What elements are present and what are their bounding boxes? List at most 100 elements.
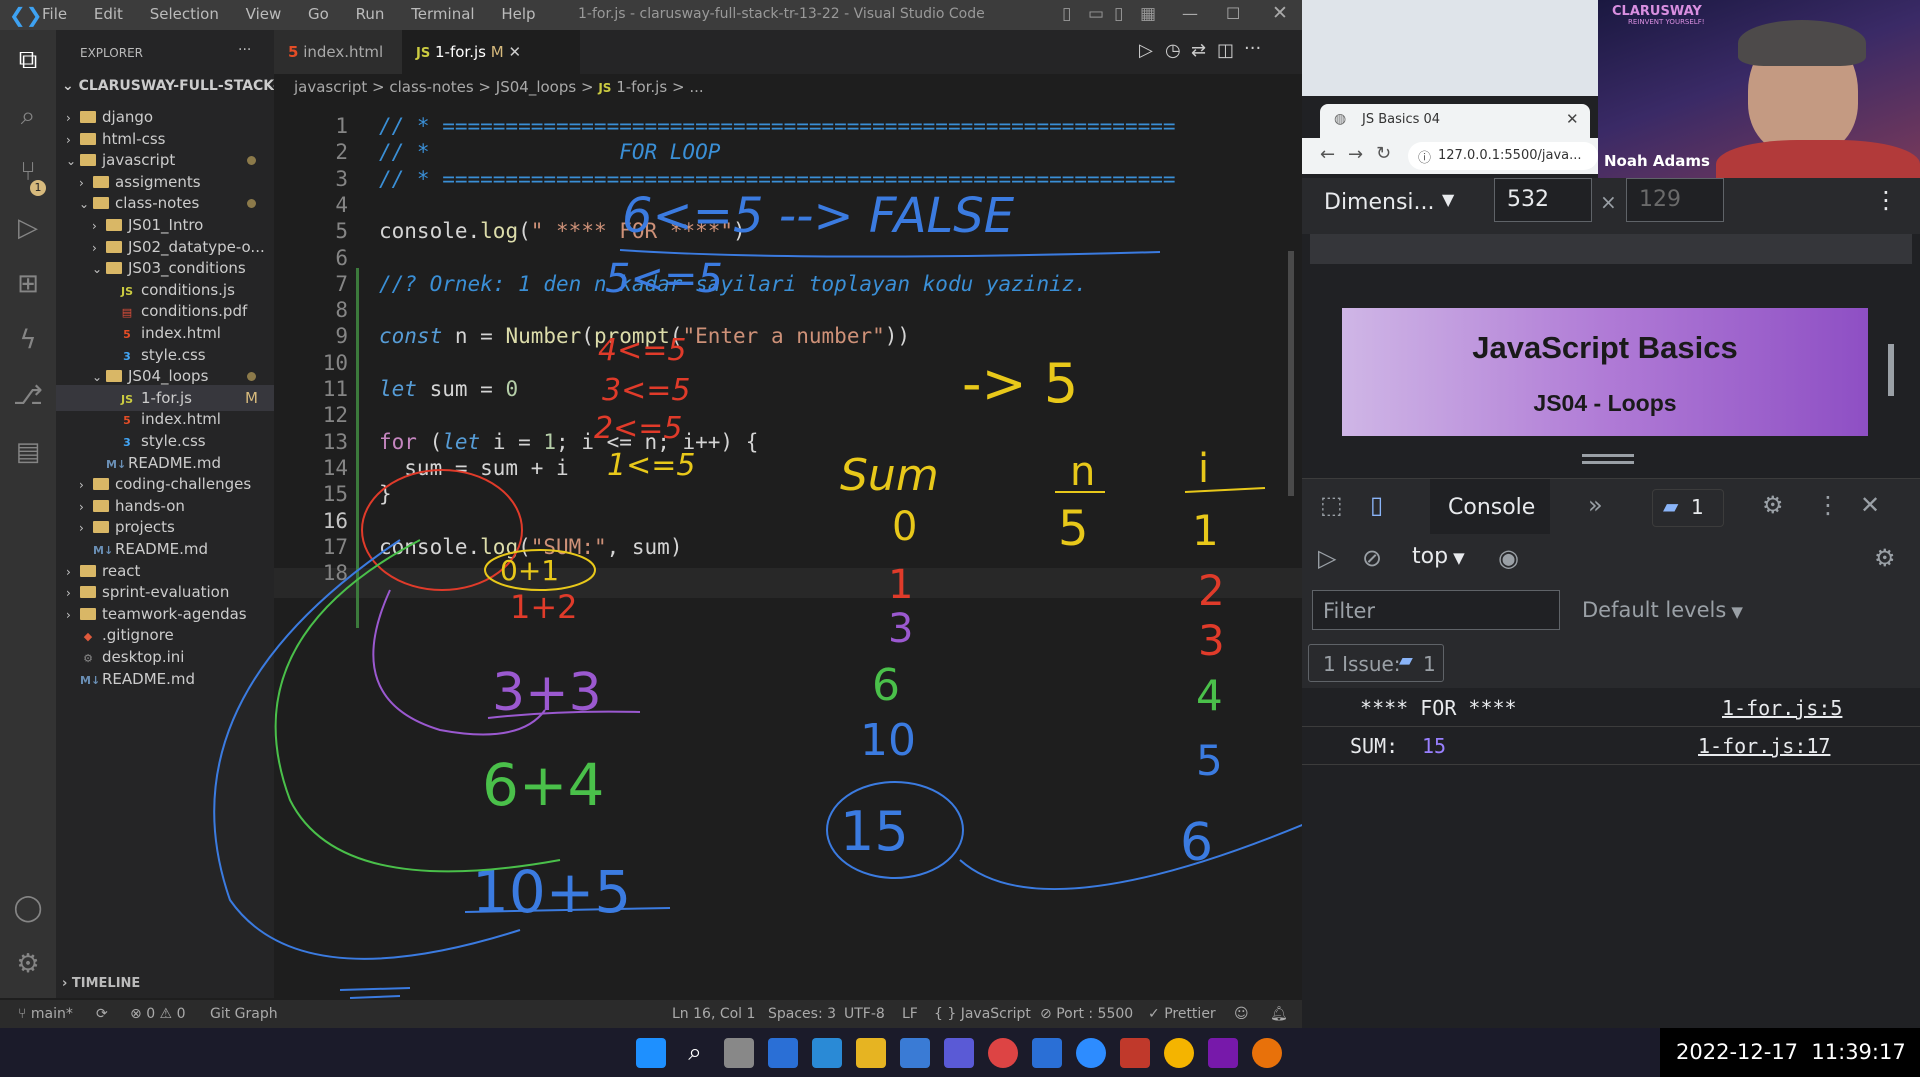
devtools-tabbar: ⬚ ▯ Console » ▰ 1 ⚙ ⋮ ✕ bbox=[1302, 478, 1920, 535]
windows-start-icon[interactable] bbox=[636, 1038, 666, 1068]
source-link[interactable]: 1-for.js:5 bbox=[1722, 696, 1842, 720]
prettier-status[interactable]: ✓ Prettier bbox=[1148, 1000, 1216, 1028]
browser-tab[interactable]: ◍ JS Basics 04 ✕ bbox=[1320, 104, 1590, 138]
back-icon[interactable]: ← bbox=[1320, 144, 1335, 165]
sum-value: 0 bbox=[892, 504, 917, 550]
issues-row: 1 Issue: ▰ 1 bbox=[1302, 638, 1920, 688]
live-server-port[interactable]: ⊘ Port : 5500 bbox=[1040, 1000, 1133, 1028]
clarusway-slogan: REINVENT YOURSELF! bbox=[1628, 18, 1705, 26]
file-explorer-icon[interactable] bbox=[856, 1038, 886, 1068]
console-toolbar: ▷ ⊘ top ▼ ◉ ⚙ bbox=[1302, 534, 1920, 584]
filter-input[interactable]: Filter bbox=[1312, 590, 1560, 630]
vscode-taskbar-icon[interactable] bbox=[812, 1038, 842, 1068]
width-input[interactable]: 532 bbox=[1494, 178, 1592, 222]
console-settings-icon[interactable]: ⚙ bbox=[1874, 544, 1896, 572]
mail-icon[interactable] bbox=[900, 1038, 930, 1068]
height-input[interactable]: 129 bbox=[1626, 178, 1724, 222]
annotation-overlay: 6<=5 --> FALSE 5<=5 4<=5 3<=5 2<=5 1<=5 … bbox=[213, 188, 1302, 1007]
browser-tabstrip bbox=[1302, 0, 1600, 96]
console-log-row: SUM: 15 1-for.js:17 bbox=[1302, 726, 1920, 765]
note-arrow-5: -> 5 bbox=[962, 352, 1078, 415]
whiteboard-icon[interactable] bbox=[1032, 1038, 1062, 1068]
onenote-icon[interactable] bbox=[1208, 1038, 1238, 1068]
close-tab-icon[interactable]: ✕ bbox=[1566, 110, 1579, 128]
console-output: **** FOR **** 1-for.js:5 SUM: 15 1-for.j… bbox=[1302, 688, 1920, 1028]
n-value: 5 bbox=[1058, 501, 1089, 557]
reload-icon[interactable]: ↻ bbox=[1376, 143, 1391, 164]
notifications-icon[interactable]: 🔔︎ bbox=[1270, 1000, 1288, 1028]
source-link[interactable]: 1-for.js:17 bbox=[1698, 734, 1830, 758]
log-levels-dropdown[interactable]: Default levels ▼ bbox=[1582, 598, 1743, 622]
encoding[interactable]: UTF-8 bbox=[844, 1000, 885, 1028]
i-value: 1 bbox=[1192, 506, 1219, 555]
git-graph-status[interactable]: Git Graph bbox=[210, 1000, 278, 1028]
device-dropdown[interactable]: Dimensi... bbox=[1324, 190, 1435, 215]
note-condition-false: 6<=5 --> FALSE bbox=[622, 188, 1015, 244]
note-2-le-5: 2<=5 bbox=[594, 411, 682, 446]
resize-handle[interactable] bbox=[1582, 461, 1634, 464]
issues-counter[interactable]: ▰ 1 bbox=[1652, 489, 1724, 527]
dropdown-arrow-icon: ▼ bbox=[1442, 190, 1455, 209]
i-value: 5 bbox=[1196, 736, 1223, 785]
branch-status[interactable]: ⑂ main* bbox=[18, 1000, 73, 1028]
language-mode[interactable]: { } JavaScript bbox=[934, 1000, 1031, 1028]
address-bar[interactable]: ⓘ 127.0.0.1:5500/java... bbox=[1408, 142, 1598, 170]
live-expression-eye-icon[interactable]: ◉ bbox=[1498, 544, 1519, 572]
filter-row: Filter Default levels ▼ bbox=[1302, 584, 1920, 638]
page-header: JavaScript Basics JS04 - Loops bbox=[1342, 308, 1868, 436]
sum-value: 6 bbox=[872, 660, 900, 711]
issues-button[interactable]: 1 Issue: ▰ 1 bbox=[1308, 644, 1444, 682]
datetime: 2022-12-17 11:39:17 bbox=[1676, 1040, 1906, 1064]
device-toolbar: Dimensi... ▼ 532 × 129 ⋮ bbox=[1302, 178, 1920, 234]
taskbar-search-icon[interactable]: ⌕ bbox=[680, 1038, 710, 1068]
i-value: 4 bbox=[1196, 671, 1223, 720]
message-icon: ▰ bbox=[1399, 650, 1413, 671]
store-icon[interactable] bbox=[944, 1038, 974, 1068]
chat-icon[interactable] bbox=[988, 1038, 1018, 1068]
times-icon: × bbox=[1600, 190, 1617, 214]
task-view-icon[interactable] bbox=[724, 1038, 754, 1068]
sum-final: 15 bbox=[840, 800, 909, 863]
status-bar: ⑂ main* ⟳ ⊗ 0 ⚠ 0 Git Graph Ln 16, Col 1… bbox=[0, 1000, 1302, 1028]
feedback-icon[interactable]: ☺ bbox=[1234, 1000, 1249, 1028]
presenter-name: Noah Adams bbox=[1604, 152, 1710, 170]
media-query-bar bbox=[1310, 234, 1912, 264]
close-devtools-icon[interactable]: ✕ bbox=[1860, 491, 1880, 519]
forward-icon[interactable]: → bbox=[1348, 144, 1363, 165]
clear-console-icon[interactable]: ⊘ bbox=[1362, 544, 1382, 572]
person-hair bbox=[1738, 20, 1866, 66]
device-toggle-icon[interactable]: ▯ bbox=[1370, 491, 1383, 519]
devtools-more-icon[interactable]: ⋮ bbox=[1816, 491, 1840, 519]
person-shirt bbox=[1716, 140, 1920, 178]
cursor-position[interactable]: Ln 16, Col 1 bbox=[672, 1000, 755, 1028]
console-log-row: **** FOR **** 1-for.js:5 bbox=[1302, 688, 1920, 727]
url-text: 127.0.0.1:5500/java... bbox=[1438, 148, 1582, 163]
clock-area[interactable]: 2022-12-17 11:39:17 bbox=[1660, 1028, 1920, 1077]
device-more-icon[interactable]: ⋮ bbox=[1874, 186, 1898, 214]
widgets-icon[interactable] bbox=[768, 1038, 798, 1068]
more-tabs-icon[interactable]: » bbox=[1588, 491, 1603, 519]
problems-status[interactable]: ⊗ 0 ⚠ 0 bbox=[130, 1000, 185, 1028]
note-sum-header: Sum bbox=[840, 450, 939, 501]
sidebar-toggle-icon[interactable]: ▷ bbox=[1318, 544, 1336, 572]
sum-value: 1 bbox=[888, 562, 913, 608]
resize-handle[interactable] bbox=[1582, 454, 1634, 457]
page-title: JavaScript Basics bbox=[1472, 330, 1738, 365]
inspect-element-icon[interactable]: ⬚ bbox=[1320, 491, 1343, 519]
page-subtitle: JS04 - Loops bbox=[1533, 390, 1677, 416]
note-1-le-5: 1<=5 bbox=[607, 448, 695, 483]
eol[interactable]: LF bbox=[902, 1000, 918, 1028]
settings-gear-icon[interactable]: ⚙ bbox=[1762, 491, 1784, 519]
sync-icon[interactable]: ⟳ bbox=[96, 1000, 108, 1028]
message-icon: ▰ bbox=[1663, 494, 1679, 518]
chrome-canary-icon[interactable] bbox=[1252, 1038, 1282, 1068]
side-resize-handle[interactable] bbox=[1888, 344, 1894, 396]
indentation[interactable]: Spaces: 3 bbox=[768, 1000, 836, 1028]
chrome-icon[interactable] bbox=[1164, 1038, 1194, 1068]
sum-value: 3 bbox=[888, 606, 913, 652]
tab-console[interactable]: Console bbox=[1430, 479, 1550, 535]
git-icon[interactable] bbox=[1120, 1038, 1150, 1068]
globe-icon: ◍ bbox=[1334, 111, 1347, 127]
zoom-icon[interactable] bbox=[1076, 1038, 1106, 1068]
context-selector[interactable]: top ▼ bbox=[1412, 544, 1465, 574]
